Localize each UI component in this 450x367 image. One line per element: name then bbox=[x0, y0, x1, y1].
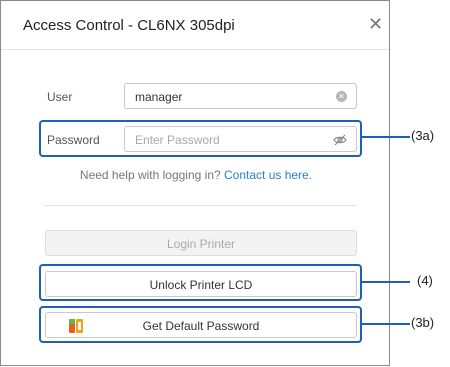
dialog-title: Access Control - CL6NX 305dpi bbox=[23, 17, 235, 34]
unlock-highlight bbox=[39, 264, 362, 301]
login-printer-button[interactable]: Login Printer bbox=[45, 230, 357, 256]
callout-4: (4) bbox=[417, 273, 433, 288]
contact-us-link[interactable]: Contact us here. bbox=[224, 168, 312, 182]
login-help: Need help with logging in? Contact us he… bbox=[1, 168, 391, 182]
clear-icon[interactable]: ✕ bbox=[336, 91, 347, 102]
default-password-leader-line bbox=[362, 323, 410, 325]
password-leader-line bbox=[362, 136, 410, 138]
section-divider bbox=[45, 205, 357, 206]
help-text: Need help with logging in? bbox=[79, 168, 225, 182]
default-password-highlight bbox=[39, 306, 362, 343]
password-highlight bbox=[39, 120, 362, 157]
callout-3a: (3a) bbox=[411, 128, 435, 143]
header-divider bbox=[1, 49, 389, 50]
close-icon[interactable]: ✕ bbox=[368, 14, 383, 34]
callout-3b: (3b) bbox=[411, 315, 435, 330]
user-label: User bbox=[47, 90, 73, 104]
login-printer-label: Login Printer bbox=[166, 237, 236, 251]
user-input[interactable] bbox=[135, 90, 325, 104]
user-field[interactable]: ✕ bbox=[124, 83, 357, 109]
unlock-leader-line bbox=[362, 281, 410, 283]
